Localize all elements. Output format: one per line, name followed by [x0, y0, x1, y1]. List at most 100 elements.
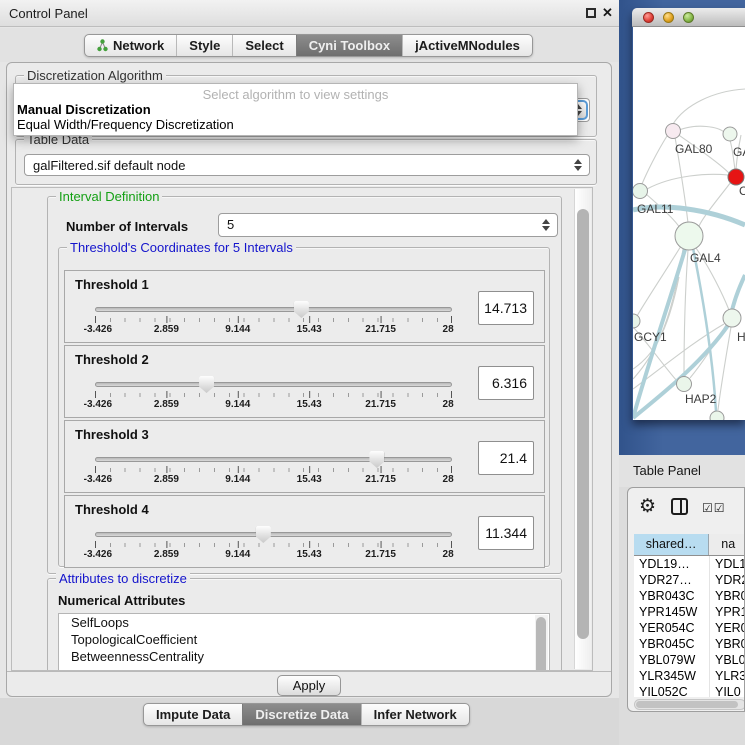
- float-window-icon[interactable]: [586, 8, 596, 18]
- number-of-intervals-combobox[interactable]: 5: [218, 213, 558, 237]
- checkbox-icons[interactable]: ☑☑: [702, 501, 726, 515]
- node-label-gal80: GAL80: [675, 142, 713, 156]
- tab-network-label: Network: [113, 38, 164, 53]
- node-red-selected[interactable]: [728, 169, 744, 185]
- list-scrollbar[interactable]: [535, 615, 548, 671]
- panel-title: Control Panel: [9, 6, 88, 21]
- threshold-1-value-field[interactable]: 14.713: [478, 291, 534, 325]
- node-bottom[interactable]: [710, 411, 724, 420]
- minimize-traffic-light[interactable]: [663, 12, 674, 23]
- tab-infer-network[interactable]: Infer Network: [361, 704, 469, 725]
- node-right-h[interactable]: [723, 309, 741, 327]
- zoom-traffic-light[interactable]: [683, 12, 694, 23]
- slider-ticks: [95, 541, 452, 548]
- network-icon: [97, 39, 108, 52]
- threshold-4-panel: Threshold 4 -3.426 2.859 9.144 15.43 21.…: [64, 495, 545, 568]
- table-panel-titlebar: Table Panel: [619, 455, 745, 487]
- tick-label: -3.426: [84, 324, 112, 335]
- dropdown-option-equal-width-frequency[interactable]: Equal Width/Frequency Discretization: [14, 117, 577, 132]
- tab-network[interactable]: Network: [85, 35, 176, 56]
- top-tab-group: Network Style Select Cyni Toolbox jActiv…: [84, 34, 533, 57]
- table-row[interactable]: YBR045C YBR0: [634, 636, 745, 652]
- table-row[interactable]: YBR043C YBR0: [634, 588, 745, 604]
- table-row[interactable]: YLR345W YLR3: [634, 668, 745, 684]
- scrollbar-thumb[interactable]: [636, 701, 738, 708]
- table-row[interactable]: YBL079W YBL0: [634, 652, 745, 668]
- node-label-gcy1: GCY1: [634, 330, 667, 344]
- threshold-1-slider[interactable]: [95, 307, 452, 312]
- node-gal11[interactable]: [633, 184, 648, 199]
- column-header-name[interactable]: na: [709, 534, 745, 555]
- column-header-shared-name[interactable]: shared…: [634, 534, 709, 555]
- table-row[interactable]: YIL052C YIL0: [634, 684, 745, 697]
- table-panel-title: Table Panel: [633, 463, 701, 478]
- stepper-arrows-icon: [574, 159, 582, 171]
- attributes-group: Attributes to discretize Numerical Attri…: [47, 578, 562, 671]
- network-node-labels: GAL80 GA C GAL11 GAL4 GCY1 H HAP2: [634, 142, 745, 406]
- node-hap2[interactable]: [677, 377, 692, 392]
- tab-select[interactable]: Select: [232, 35, 295, 56]
- table-data-combobox[interactable]: galFiltered.sif default node: [24, 154, 590, 176]
- table-row[interactable]: YDL19… YDL1: [634, 556, 745, 572]
- threshold-4-slider[interactable]: [95, 532, 452, 537]
- tab-jactivemnodules[interactable]: jActiveMNodules: [402, 35, 532, 56]
- close-traffic-light[interactable]: [643, 12, 654, 23]
- right-side: GAL80 GA C GAL11 GAL4 GCY1 H HAP2 Table …: [619, 0, 745, 745]
- scrollbar-thumb[interactable]: [577, 209, 589, 639]
- number-of-intervals-label: Number of Intervals: [66, 219, 188, 234]
- tick-label: 9.144: [225, 399, 250, 410]
- network-canvas[interactable]: GAL80 GA C GAL11 GAL4 GCY1 H HAP2: [633, 27, 745, 420]
- dropdown-placeholder: Select algorithm to view settings: [14, 87, 577, 102]
- table-toolbar: ⚙ ☑☑: [628, 488, 745, 532]
- threshold-4-value-field[interactable]: 11.344: [478, 516, 534, 550]
- scrollbar-thumb[interactable]: [536, 617, 546, 671]
- stepper-arrows-icon: [542, 219, 550, 231]
- number-of-intervals-value: 5: [227, 217, 234, 232]
- table-row[interactable]: YPR145W YPR1: [634, 604, 745, 620]
- apply-row: Apply: [7, 671, 611, 696]
- apply-button[interactable]: Apply: [277, 675, 341, 696]
- tab-style[interactable]: Style: [176, 35, 232, 56]
- table-panel-window: ⚙ ☑☑ shared… na YDL19… YDL1 YDR27… YDR2: [627, 487, 745, 712]
- group-title: Attributes to discretize: [56, 571, 190, 586]
- tab-cyni-toolbox[interactable]: Cyni Toolbox: [296, 35, 402, 56]
- threshold-2-slider[interactable]: [95, 382, 452, 387]
- control-panel-titlebar: Control Panel ✕: [0, 0, 619, 27]
- tab-discretize-data[interactable]: Discretize Data: [242, 704, 360, 725]
- settings-scroll-viewport: Interval Definition Number of Intervals …: [11, 187, 593, 671]
- slider-ticks: [95, 391, 452, 398]
- network-view-window: GAL80 GA C GAL11 GAL4 GCY1 H HAP2: [632, 8, 745, 420]
- list-item-topologicalcoefficient[interactable]: TopologicalCoefficient: [59, 631, 549, 648]
- vertical-scrollbar[interactable]: [574, 189, 591, 669]
- gear-icon[interactable]: ⚙: [639, 495, 656, 518]
- node-top-right[interactable]: [723, 127, 737, 141]
- network-window-titlebar[interactable]: [632, 8, 745, 27]
- node-gal4[interactable]: [675, 222, 703, 250]
- table-row[interactable]: YER054C YER0: [634, 620, 745, 636]
- node-label-gal4: GAL4: [690, 251, 721, 265]
- table-row[interactable]: YDR27… YDR2: [634, 572, 745, 588]
- threshold-3-value-field[interactable]: 21.4: [478, 441, 534, 475]
- list-item-selfloops[interactable]: SelfLoops: [59, 614, 549, 631]
- node-gal80[interactable]: [666, 124, 681, 139]
- threshold-2-value-field[interactable]: 6.316: [478, 366, 534, 400]
- tick-label: -3.426: [84, 474, 112, 485]
- columns-icon[interactable]: [671, 498, 688, 515]
- tick-label: 2.859: [154, 399, 179, 410]
- threshold-3-slider[interactable]: [95, 457, 452, 462]
- cyni-toolbox-panel: Discretization Algorithm Select algorith…: [6, 62, 612, 697]
- tick-label: 2.859: [154, 474, 179, 485]
- tick-label: 15.43: [297, 549, 322, 560]
- node-label-h: H: [737, 330, 745, 344]
- node-gcy1[interactable]: [633, 314, 640, 328]
- horizontal-scrollbar[interactable]: [634, 699, 745, 710]
- tick-label: 2.859: [154, 324, 179, 335]
- numerical-attributes-label: Numerical Attributes: [58, 593, 185, 608]
- dropdown-option-manual-discretization[interactable]: Manual Discretization: [14, 102, 577, 117]
- tick-label: 21.715: [365, 474, 396, 485]
- list-item-betweennesscentrality[interactable]: BetweennessCentrality: [59, 648, 549, 665]
- close-icon[interactable]: ✕: [602, 5, 613, 21]
- tab-impute-data[interactable]: Impute Data: [144, 704, 242, 725]
- tick-label: 21.715: [365, 399, 396, 410]
- tick-label: 15.43: [297, 324, 322, 335]
